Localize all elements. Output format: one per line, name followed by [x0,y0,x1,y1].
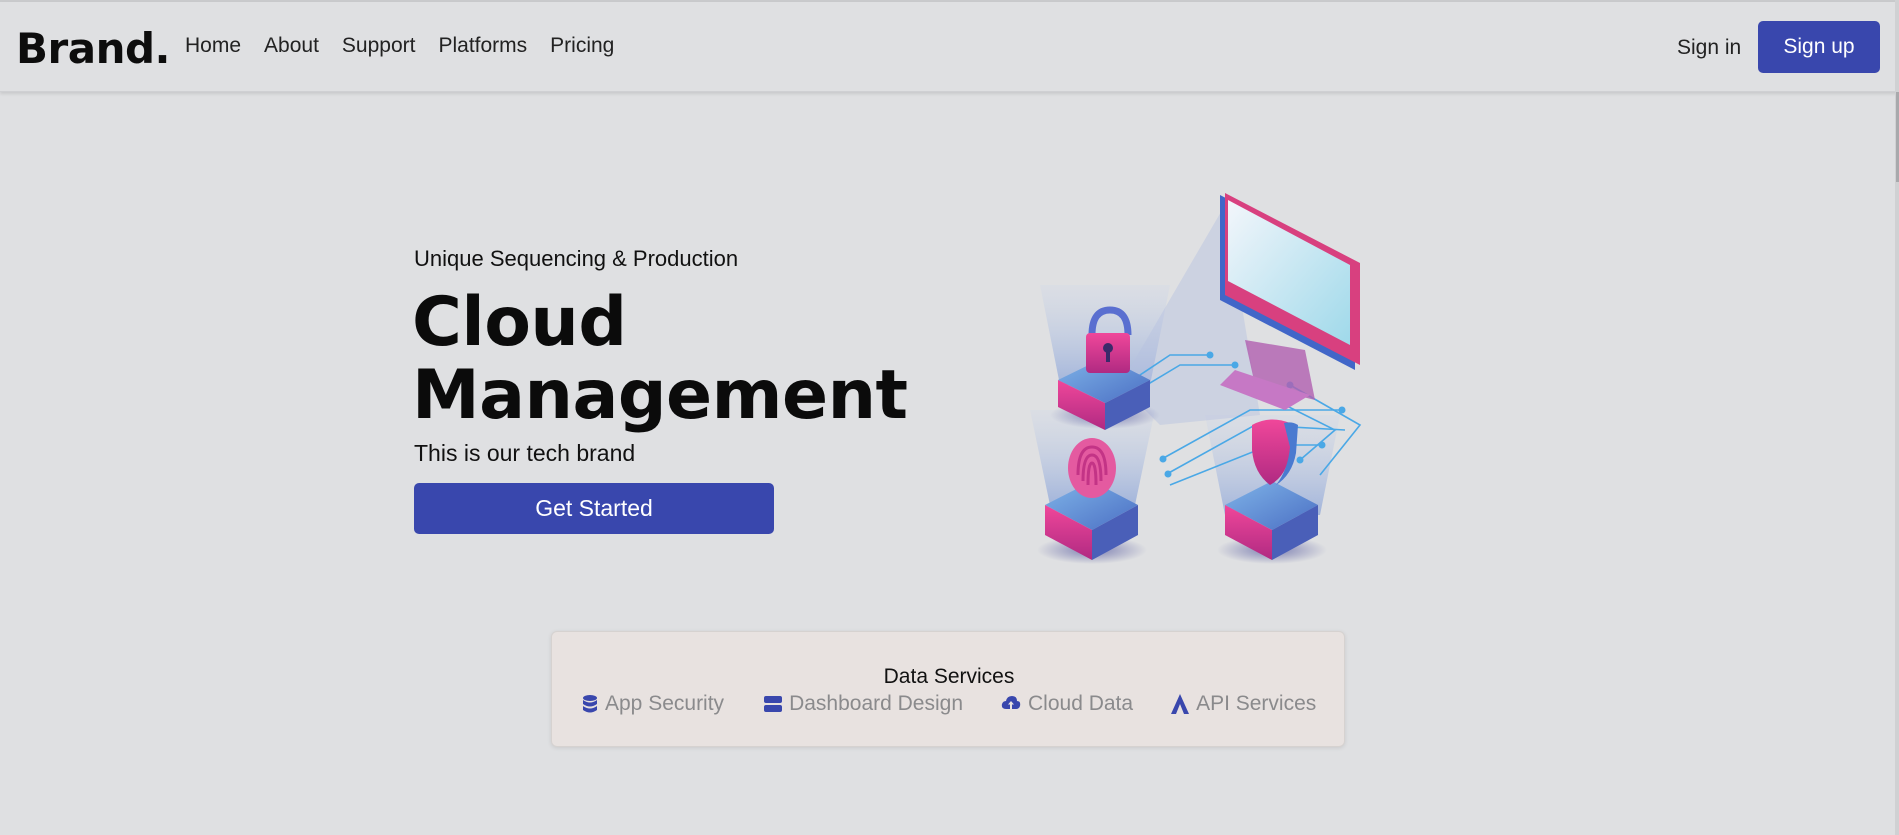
fingerprint-icon [1068,438,1116,498]
service-label: Cloud Data [1028,692,1134,715]
sign-in-link[interactable]: Sign in [1677,36,1741,60]
sign-up-button[interactable]: Sign up [1758,21,1880,73]
service-label: Dashboard Design [789,692,963,715]
hero-description: This is our tech brand [414,440,636,466]
service-label: API Services [1196,692,1317,715]
services-title: Data Services [883,665,1015,688]
hero-title-line1: Cloud [412,283,627,362]
service-app-security[interactable]: App Security [582,692,724,716]
navbar: Brand. Home About Support Platforms Pric… [0,2,1899,92]
database-icon [583,695,597,713]
brand-logo[interactable]: Brand. [16,24,171,73]
nav-link-about[interactable]: About [264,34,319,58]
hero-title-line2: Management [412,356,908,435]
service-api-services[interactable]: API Services [1171,692,1316,716]
data-services-card: Data Services App Security Dashboard Des… [551,631,1345,747]
services-list: App Security Dashboard Design Cloud Data… [582,692,1316,716]
a-letter-icon [1171,694,1190,714]
service-cloud-data[interactable]: Cloud Data [1001,692,1133,716]
hero-subtitle: Unique Sequencing & Production [414,246,739,271]
monitor-icon [1220,193,1360,410]
nav-link-support[interactable]: Support [342,34,416,58]
service-dashboard-design[interactable]: Dashboard Design [764,692,963,716]
server-icon [764,696,783,712]
get-started-button[interactable]: Get Started [414,483,774,534]
nav-link-home[interactable]: Home [185,34,241,58]
service-label: App Security [605,692,725,715]
hero-title: Cloud Management [412,286,932,432]
nav-links: Home About Support Platforms Pricing [185,34,637,58]
nav-link-pricing[interactable]: Pricing [550,34,614,58]
cloud-upload-icon [1001,696,1021,709]
nav-link-platforms[interactable]: Platforms [438,34,527,58]
security-illustration [1030,193,1362,564]
